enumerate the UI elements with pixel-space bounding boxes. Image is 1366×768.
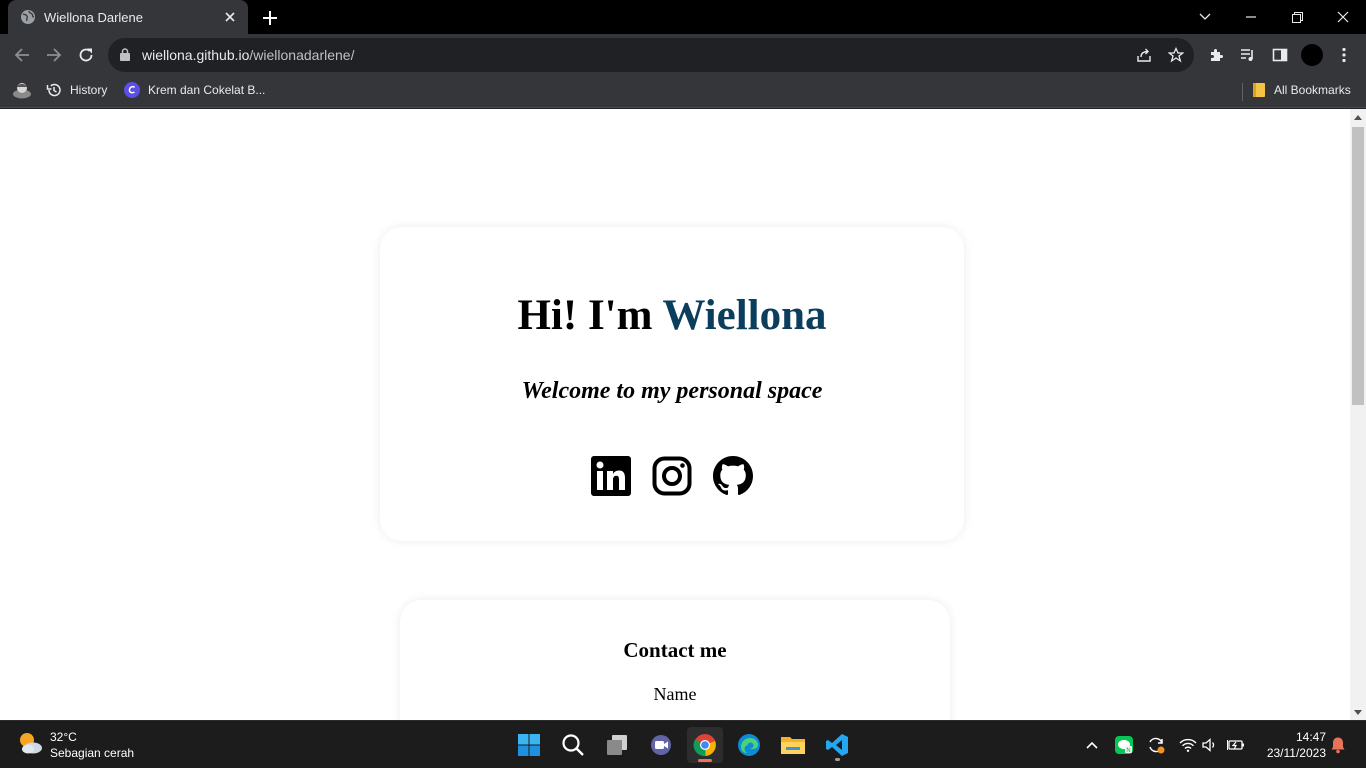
side-panel-icon[interactable] xyxy=(1268,43,1292,67)
weather-widget[interactable]: 32°C Sebagian cerah xyxy=(16,727,134,763)
chevron-up-icon[interactable] xyxy=(1082,735,1102,755)
bookmarks-divider xyxy=(1242,83,1243,101)
more-menu-icon[interactable] xyxy=(1332,43,1356,67)
tab-title: Wiellona Darlene xyxy=(44,9,143,25)
running-indicator xyxy=(835,758,840,761)
address-bar[interactable]: wiellona.github.io/wiellonadarlene/ xyxy=(108,38,1194,72)
edge-icon[interactable] xyxy=(731,727,767,763)
scroll-thumb[interactable] xyxy=(1352,127,1364,405)
hero-card: Hi! I'm Wiellona Welcome to my personal … xyxy=(380,227,964,541)
browser-toolbar: wiellona.github.io/wiellonadarlene/ xyxy=(0,34,1366,76)
bookmarks-bar: History Krem dan Cokelat B... All Bookma… xyxy=(0,76,1366,108)
system-clock[interactable]: 14:47 23/11/2023 xyxy=(1256,729,1326,761)
page-scrollbar[interactable] xyxy=(1350,109,1366,720)
close-tab-icon[interactable] xyxy=(222,9,238,25)
instagram-icon[interactable] xyxy=(651,455,693,497)
task-view-icon[interactable] xyxy=(599,727,635,763)
scroll-up-icon[interactable] xyxy=(1350,109,1366,125)
lock-icon[interactable] xyxy=(120,48,130,66)
bookmark-label: History xyxy=(70,83,108,97)
search-icon[interactable] xyxy=(555,727,591,763)
partly-sunny-icon xyxy=(16,729,44,762)
back-button[interactable] xyxy=(6,39,38,71)
weather-temp: 32°C xyxy=(50,730,77,744)
media-controls-icon[interactable] xyxy=(1236,43,1260,67)
canva-icon xyxy=(124,82,140,98)
teams-icon[interactable] xyxy=(643,727,679,763)
minimize-button[interactable] xyxy=(1228,0,1274,34)
greeting-text: Hi! I'm xyxy=(517,292,653,339)
page-viewport: Hi! I'm Wiellona Welcome to my personal … xyxy=(0,109,1350,720)
weather-desc: Sebagian cerah xyxy=(50,746,135,760)
browser-tab[interactable]: Wiellona Darlene xyxy=(8,0,248,34)
linkedin-icon[interactable] xyxy=(590,455,632,497)
github-icon[interactable] xyxy=(712,455,754,497)
file-explorer-icon[interactable] xyxy=(775,727,811,763)
restore-button[interactable] xyxy=(1274,0,1320,34)
name-text: Wiellona xyxy=(662,292,827,339)
taskbar: 32°C Sebagian cerah N 14:47 23/11/2023 xyxy=(0,720,1366,768)
url-text[interactable]: wiellona.github.io/wiellonadarlene/ xyxy=(142,47,354,63)
battery-icon[interactable] xyxy=(1226,735,1246,755)
bookmark-star-icon[interactable] xyxy=(1167,46,1185,64)
name-field-label: Name xyxy=(653,684,697,704)
sync-icon[interactable] xyxy=(1146,735,1166,755)
contact-card: Contact me Name xyxy=(400,600,950,720)
active-indicator xyxy=(698,759,712,762)
wifi-icon[interactable] xyxy=(1178,735,1198,755)
extensions-icon[interactable] xyxy=(1204,43,1228,67)
profile-avatar[interactable] xyxy=(1301,44,1323,66)
close-window-button[interactable] xyxy=(1320,0,1366,34)
social-links xyxy=(590,455,754,497)
tab-search-icon[interactable] xyxy=(1182,0,1228,34)
folder-icon xyxy=(1252,82,1266,98)
tab-strip: Wiellona Darlene xyxy=(0,0,1366,34)
notification-bell-icon[interactable] xyxy=(1328,735,1348,755)
contact-title: Contact me xyxy=(623,638,727,662)
all-bookmarks-button[interactable]: All Bookmarks xyxy=(1252,76,1351,104)
forward-button[interactable] xyxy=(38,39,70,71)
hero-subtitle: Welcome to my personal space xyxy=(521,378,823,404)
hero-title: Hi! I'm Wiellona xyxy=(380,291,964,340)
avatar-bookmark-icon xyxy=(12,81,32,99)
new-tab-button[interactable] xyxy=(260,8,280,28)
bookmark-label: Krem dan Cokelat B... xyxy=(148,83,266,97)
apps-bookmark[interactable] xyxy=(12,76,40,104)
bookmark-history[interactable]: History xyxy=(46,76,107,104)
clock-date: 23/11/2023 xyxy=(1266,746,1326,760)
reload-button[interactable] xyxy=(70,39,102,71)
line-app-icon[interactable]: N xyxy=(1114,735,1134,755)
clock-time: 14:47 xyxy=(1295,730,1326,744)
all-bookmarks-label: All Bookmarks xyxy=(1274,83,1351,97)
vscode-icon[interactable] xyxy=(819,727,855,763)
volume-icon[interactable] xyxy=(1200,735,1220,755)
svg-text:N: N xyxy=(1126,747,1131,754)
share-icon[interactable] xyxy=(1135,46,1153,64)
history-icon xyxy=(46,82,62,98)
globe-icon xyxy=(20,9,36,25)
start-icon[interactable] xyxy=(511,727,547,763)
chrome-icon[interactable] xyxy=(687,727,723,763)
bookmark-krem-dan-cokelat[interactable]: Krem dan Cokelat B... xyxy=(124,76,265,104)
scroll-down-icon[interactable] xyxy=(1350,704,1366,720)
